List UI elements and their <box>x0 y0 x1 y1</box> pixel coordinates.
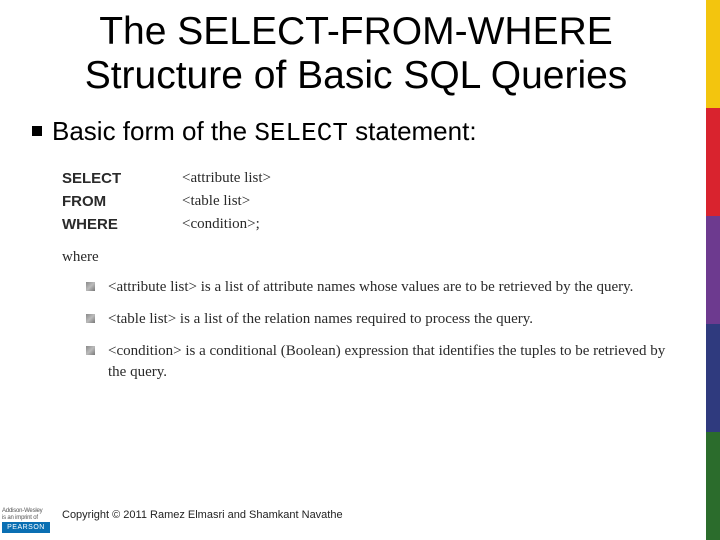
syntax-row: WHERE <condition>; <box>62 214 670 236</box>
logo-brand: PEARSON <box>2 522 50 533</box>
bullet-marker <box>32 126 42 136</box>
list-item: <attribute list> is a list of attribute … <box>86 277 670 299</box>
list-item-text: <attribute list> is a list of attribute … <box>108 279 633 295</box>
bullet-code: SELECT <box>254 118 348 148</box>
copyright-text: Copyright © 2011 Ramez Elmasri and Shamk… <box>62 509 343 521</box>
syntax-keyword: FROM <box>62 191 182 213</box>
syntax-keyword: SELECT <box>62 168 182 190</box>
bullet-prefix: Basic form of the <box>52 116 254 146</box>
syntax-arg: <attribute list> <box>182 168 271 190</box>
syntax-row: SELECT <attribute list> <box>62 168 670 190</box>
content-block: SELECT <attribute list> FROM <table list… <box>62 168 670 394</box>
square-bullet-icon <box>86 346 95 355</box>
slide: The SELECT-FROM-WHERE Structure of Basic… <box>0 0 720 540</box>
slide-title: The SELECT-FROM-WHERE Structure of Basic… <box>20 10 692 97</box>
list-item: <condition> is a conditional (Boolean) e… <box>86 341 670 385</box>
syntax-keyword: WHERE <box>62 214 182 236</box>
footer: Addison-Wesley is an imprint of PEARSON … <box>0 496 706 534</box>
bullet-main: Basic form of the SELECT statement: <box>32 116 680 148</box>
list-item: <table list> is a list of the relation n… <box>86 309 670 331</box>
syntax-row: FROM <table list> <box>62 191 670 213</box>
square-bullet-icon <box>86 314 95 323</box>
logo-line1: Addison-Wesley <box>2 508 50 514</box>
publisher-logo: Addison-Wesley is an imprint of PEARSON <box>2 497 50 533</box>
list-item-text: <table list> is a list of the relation n… <box>108 311 533 327</box>
square-bullet-icon <box>86 282 95 291</box>
accent-stripe <box>706 0 720 540</box>
bullet-suffix: statement: <box>348 116 477 146</box>
sublist: <attribute list> is a list of attribute … <box>86 277 670 384</box>
syntax-arg: <table list> <box>182 191 250 213</box>
list-item-text: <condition> is a conditional (Boolean) e… <box>108 343 665 381</box>
where-label: where <box>62 247 670 269</box>
logo-line2: is an imprint of <box>2 515 50 521</box>
syntax-arg: <condition>; <box>182 214 260 236</box>
